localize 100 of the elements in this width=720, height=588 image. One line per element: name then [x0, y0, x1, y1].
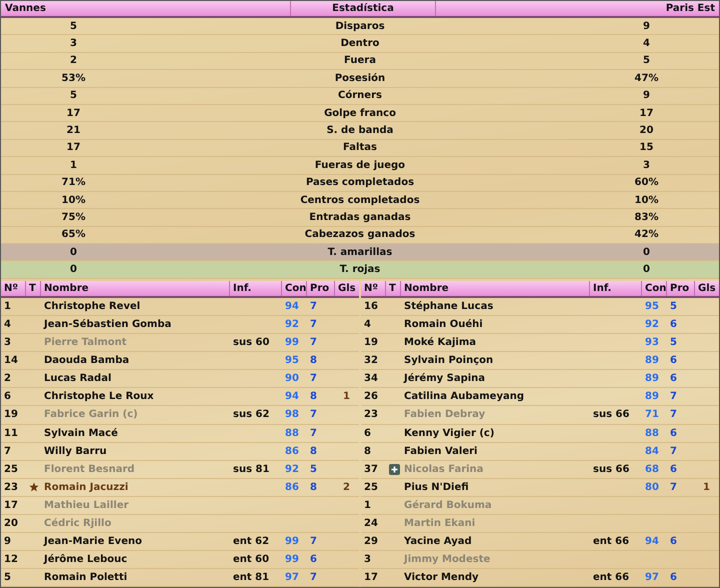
column-header: Nº [1, 280, 26, 296]
rating-value: 8 [309, 355, 318, 366]
shirt-number: 25 [3, 464, 19, 475]
stat-value: 0 [642, 246, 651, 258]
substitution-info: sus 66 [592, 464, 630, 475]
condition-value: 92 [284, 464, 300, 475]
rating-value: 5 [669, 337, 678, 348]
player-name: Lucas Radal [43, 373, 112, 384]
substitution-info: ent 81 [232, 572, 270, 584]
stat-value: 21 [66, 125, 82, 136]
condition-value: 94 [284, 300, 300, 312]
condition-value: 89 [644, 391, 660, 402]
column-header: Pro [307, 280, 335, 296]
shirt-number: 3 [3, 337, 12, 348]
player-name: Victor Mendy [403, 572, 480, 584]
shirt-number: 6 [363, 428, 372, 439]
shirt-number: 7 [3, 446, 12, 457]
shirt-number: 11 [3, 428, 19, 439]
condition-value: 94 [284, 391, 300, 402]
stat-label: T. amarillas [326, 246, 394, 258]
player-name: Christophe Le Roux [43, 391, 155, 402]
stat-label: Centros completados [299, 194, 421, 206]
shirt-number: 26 [363, 391, 379, 402]
player-name: Romain Poletti [43, 572, 128, 584]
player-name: Mathieu Lailler [43, 500, 130, 511]
goals-value: 1 [342, 391, 351, 402]
column-header: T [26, 280, 41, 296]
stat-value: 42% [634, 229, 660, 240]
condition-value: 84 [644, 446, 660, 457]
stat-label: Posesión [334, 72, 386, 84]
stat-value: 3 [642, 160, 651, 171]
column-header: Gls [697, 282, 717, 296]
substitution-info: ent 62 [232, 536, 270, 548]
condition-value: 93 [644, 337, 660, 348]
player-name: Kenny Vigier (c) [403, 428, 496, 439]
shirt-number: 16 [363, 300, 379, 312]
column-header: Gls [337, 282, 357, 296]
shirt-number: 12 [3, 554, 19, 566]
player-name: Pius N'Diefi [403, 482, 470, 493]
rating-value: 6 [669, 319, 678, 330]
stat-label: Golpe franco [323, 108, 397, 119]
stat-value: 15 [638, 142, 654, 154]
player-name: Sylvain Macé [43, 428, 119, 439]
shirt-number: 17 [363, 572, 379, 584]
rating-value: 6 [669, 428, 678, 439]
stat-label: Dentro [340, 38, 380, 50]
rating-value: 7 [309, 319, 318, 330]
rating-value: 5 [669, 300, 678, 312]
rating-value: 7 [669, 409, 678, 420]
condition-value: 99 [284, 337, 300, 348]
condition-value: 94 [644, 536, 660, 548]
stat-label: Disparos [334, 20, 386, 32]
stat-value: 4 [642, 38, 651, 50]
player-name: Fabrice Garin (c) [43, 409, 139, 420]
stat-label: Pases completados [304, 177, 416, 188]
player-name: Jean-Sébastien Gomba [42, 319, 172, 330]
stat-value: 5 [69, 20, 78, 32]
shirt-number: 37 [363, 464, 379, 475]
player-name: Nicolas Farina [403, 464, 484, 475]
player-name: Daouda Bamba [43, 355, 130, 366]
player-name: Jérémy Sapina [402, 373, 486, 384]
condition-value: 92 [284, 319, 300, 330]
stat-value: 83% [634, 212, 660, 223]
stat-label: Córners [337, 90, 383, 102]
stat-label: Cabezazos ganados [304, 229, 416, 240]
stat-value: 1 [69, 160, 78, 171]
stat-value: 10% [634, 194, 660, 206]
shirt-number: 1 [363, 500, 372, 511]
substitution-info: sus 81 [232, 464, 270, 475]
player-name: Yacine Ayad [403, 536, 473, 548]
shirt-number: 2 [3, 373, 12, 384]
rating-value: 7 [669, 446, 678, 457]
shirt-number: 4 [363, 319, 372, 330]
column-header: T [386, 280, 401, 296]
stat-value: 5 [642, 55, 651, 66]
shirt-number: 32 [363, 355, 379, 366]
rating-value: 6 [309, 554, 318, 566]
condition-value: 88 [644, 428, 660, 439]
stat-value: 3 [69, 38, 78, 50]
rating-value: 6 [669, 373, 678, 384]
column-header: Pro [667, 280, 695, 296]
player-name: Fabien Valeri [403, 446, 478, 457]
rating-value: 7 [309, 300, 318, 312]
shirt-number: 9 [3, 536, 12, 548]
rating-value: 7 [669, 482, 678, 493]
player-name: Cédric Rjillo [43, 518, 112, 530]
condition-value: 71 [644, 409, 660, 420]
condition-value: 92 [644, 319, 660, 330]
shirt-number: 23 [3, 482, 19, 493]
condition-value: 98 [284, 409, 300, 420]
home-team-name: Vannes [1, 1, 291, 16]
condition-value: 97 [644, 572, 660, 584]
column-header: Inf. [230, 280, 282, 296]
player-name: Gérard Bokuma [403, 500, 493, 511]
player-name: Moké Kajima [403, 337, 477, 348]
stat-value: 53% [60, 72, 86, 84]
rating-value: 7 [309, 536, 318, 548]
column-header: Estadística [291, 1, 436, 16]
stat-value: 10% [60, 194, 86, 206]
player-name: Jérôme Lebouc [42, 554, 128, 566]
